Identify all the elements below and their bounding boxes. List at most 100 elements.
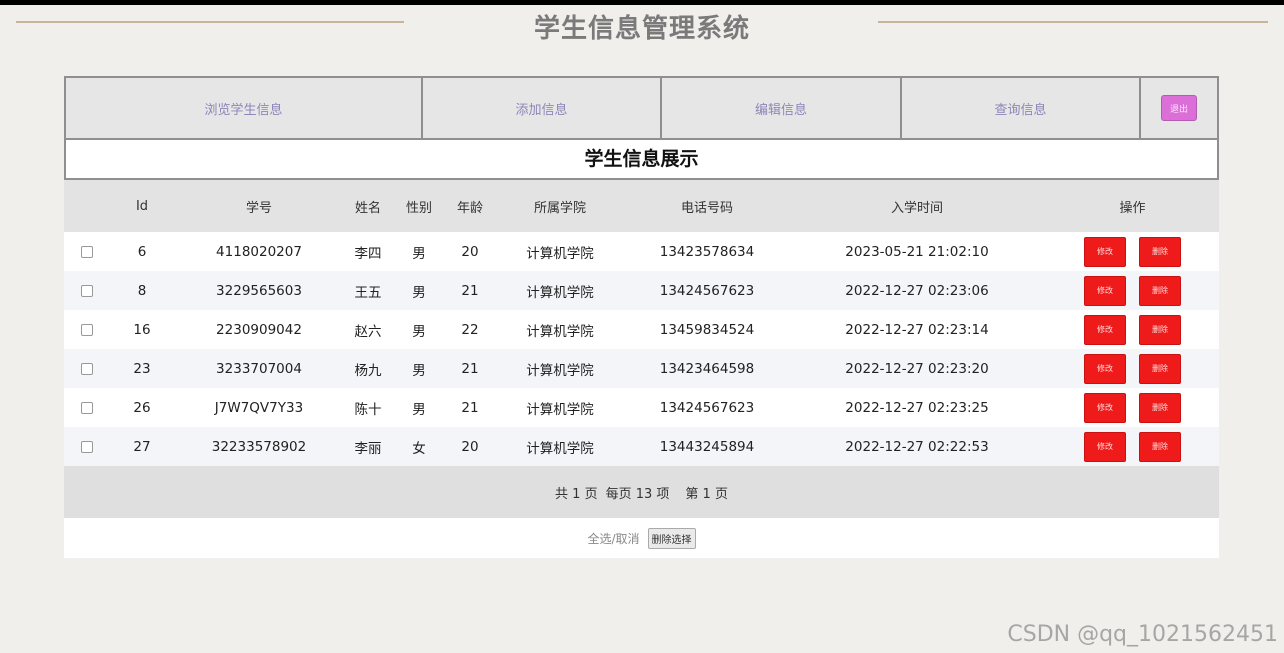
cell-name: 杨九 bbox=[354, 362, 382, 379]
cell-enroll-time: 2022-12-27 02:23:14 bbox=[845, 321, 989, 338]
cell-enroll-time: 2022-12-27 02:23:25 bbox=[845, 399, 989, 416]
cell-gender: 男 bbox=[412, 245, 426, 262]
row-checkbox[interactable] bbox=[81, 245, 93, 258]
edit-button[interactable]: 修改 bbox=[1084, 236, 1126, 267]
cell-name: 李丽 bbox=[354, 440, 382, 457]
cell-college: 计算机学院 bbox=[526, 440, 594, 457]
edit-button[interactable]: 修改 bbox=[1084, 314, 1126, 345]
cell-college: 计算机学院 bbox=[526, 323, 594, 340]
select-all-link[interactable]: 全选/取消 bbox=[587, 530, 639, 547]
row-checkbox[interactable] bbox=[81, 440, 93, 453]
cell-enroll-time: 2022-12-27 02:23:20 bbox=[845, 360, 989, 377]
cell-student-no: 3229565603 bbox=[216, 282, 302, 299]
delete-button[interactable]: 删除 bbox=[1139, 392, 1181, 423]
cell-phone: 13423578634 bbox=[659, 243, 755, 260]
pagination: 共 1 页 每页 13 项 第 1 页 bbox=[64, 466, 1219, 518]
cell-age: 21 bbox=[461, 282, 479, 299]
cell-name: 赵六 bbox=[354, 323, 382, 340]
header-college: 所属学院 bbox=[533, 200, 586, 216]
row-checkbox[interactable] bbox=[81, 362, 93, 375]
header-enroll-time: 入学时间 bbox=[890, 200, 943, 216]
header-student-no: 学号 bbox=[245, 200, 272, 216]
cell-id: 26 bbox=[133, 399, 151, 416]
logout-button[interactable]: 退出 bbox=[1161, 95, 1197, 121]
header-actions: 操作 bbox=[1119, 200, 1146, 216]
cell-student-no: 4118020207 bbox=[216, 243, 302, 260]
cell-student-no: 3233707004 bbox=[216, 360, 302, 377]
cell-gender: 男 bbox=[412, 401, 426, 418]
table-header-row: Id 学号 姓名 性别 年龄 所属学院 电话号码 入学时间 操作 bbox=[64, 180, 1219, 232]
cell-age: 20 bbox=[461, 243, 479, 260]
delete-selected-button[interactable]: 删除选择 bbox=[647, 527, 696, 549]
cell-gender: 男 bbox=[412, 323, 426, 340]
cell-student-no: J7W7QV7Y33 bbox=[214, 399, 304, 416]
cell-gender: 男 bbox=[412, 362, 426, 379]
cell-actions: 修改 删除 bbox=[1046, 431, 1219, 462]
cell-phone: 13459834524 bbox=[659, 321, 755, 338]
nav-edit-info[interactable]: 编辑信息 bbox=[662, 78, 902, 138]
row-checkbox[interactable] bbox=[81, 401, 93, 414]
nav-logout-cell: 退出 bbox=[1141, 78, 1217, 138]
header-id: Id bbox=[135, 198, 149, 214]
table-row: 23 3233707004 杨九 男 21 计算机学院 13423464598 … bbox=[64, 349, 1219, 388]
cell-gender: 女 bbox=[412, 440, 426, 457]
table-row: 16 2230909042 赵六 男 22 计算机学院 13459834524 … bbox=[64, 310, 1219, 349]
cell-id: 8 bbox=[137, 282, 147, 299]
delete-button[interactable]: 删除 bbox=[1139, 431, 1181, 462]
pager-total-pages: 共 1 页 bbox=[555, 486, 598, 502]
delete-button[interactable]: 删除 bbox=[1139, 275, 1181, 306]
header-phone: 电话号码 bbox=[680, 200, 733, 216]
delete-button[interactable]: 删除 bbox=[1139, 314, 1181, 345]
row-checkbox[interactable] bbox=[81, 323, 93, 336]
cell-actions: 修改 删除 bbox=[1046, 353, 1219, 384]
cell-age: 21 bbox=[461, 360, 479, 377]
section-title: 学生信息展示 bbox=[64, 140, 1219, 180]
watermark: CSDN @qq_1021562451 bbox=[1007, 622, 1278, 647]
cell-college: 计算机学院 bbox=[526, 401, 594, 418]
cell-enroll-time: 2022-12-27 02:23:06 bbox=[845, 282, 989, 299]
nav-browse-students[interactable]: 浏览学生信息 bbox=[66, 78, 423, 138]
bulk-action-bar: 全选/取消 删除选择 bbox=[64, 518, 1219, 558]
edit-button[interactable]: 修改 bbox=[1084, 392, 1126, 423]
cell-actions: 修改 删除 bbox=[1046, 314, 1219, 345]
cell-age: 21 bbox=[461, 399, 479, 416]
cell-college: 计算机学院 bbox=[526, 362, 594, 379]
cell-student-no: 2230909042 bbox=[216, 321, 302, 338]
cell-name: 李四 bbox=[354, 245, 382, 262]
main-nav: 浏览学生信息 添加信息 编辑信息 查询信息 退出 bbox=[64, 76, 1219, 140]
table-row: 27 32233578902 李丽 女 20 计算机学院 13443245894… bbox=[64, 427, 1219, 466]
cell-age: 20 bbox=[461, 438, 479, 455]
student-table: Id 学号 姓名 性别 年龄 所属学院 电话号码 入学时间 操作 6 41180… bbox=[64, 180, 1219, 558]
edit-button[interactable]: 修改 bbox=[1084, 431, 1126, 462]
header-age: 年龄 bbox=[456, 200, 483, 216]
cell-gender: 男 bbox=[412, 284, 426, 301]
delete-button[interactable]: 删除 bbox=[1139, 353, 1181, 384]
cell-enroll-time: 2023-05-21 21:02:10 bbox=[845, 243, 989, 260]
cell-id: 27 bbox=[133, 438, 151, 455]
cell-name: 陈十 bbox=[354, 401, 382, 418]
edit-button[interactable]: 修改 bbox=[1084, 353, 1126, 384]
cell-enroll-time: 2022-12-27 02:22:53 bbox=[845, 438, 989, 455]
cell-id: 6 bbox=[137, 243, 147, 260]
cell-phone: 13443245894 bbox=[659, 438, 755, 455]
app-title: 学生信息管理系统 bbox=[533, 14, 750, 44]
edit-button[interactable]: 修改 bbox=[1084, 275, 1126, 306]
delete-button[interactable]: 删除 bbox=[1139, 236, 1181, 267]
pager-per-page: 每页 13 项 bbox=[605, 486, 670, 502]
header-gender: 性别 bbox=[405, 200, 432, 216]
cell-student-no: 32233578902 bbox=[211, 438, 307, 455]
cell-age: 22 bbox=[461, 321, 479, 338]
table-row: 8 3229565603 王五 男 21 计算机学院 13424567623 2… bbox=[64, 271, 1219, 310]
cell-actions: 修改 删除 bbox=[1046, 392, 1219, 423]
cell-actions: 修改 删除 bbox=[1046, 236, 1219, 267]
cell-actions: 修改 删除 bbox=[1046, 275, 1219, 306]
nav-query-info[interactable]: 查询信息 bbox=[902, 78, 1141, 138]
header-name: 姓名 bbox=[354, 200, 381, 216]
nav-add-info[interactable]: 添加信息 bbox=[423, 78, 662, 138]
cell-college: 计算机学院 bbox=[526, 284, 594, 301]
table-row: 6 4118020207 李四 男 20 计算机学院 13423578634 2… bbox=[64, 232, 1219, 271]
cell-name: 王五 bbox=[354, 284, 382, 301]
cell-college: 计算机学院 bbox=[526, 245, 594, 262]
row-checkbox[interactable] bbox=[81, 284, 93, 297]
table-row: 26 J7W7QV7Y33 陈十 男 21 计算机学院 13424567623 … bbox=[64, 388, 1219, 427]
